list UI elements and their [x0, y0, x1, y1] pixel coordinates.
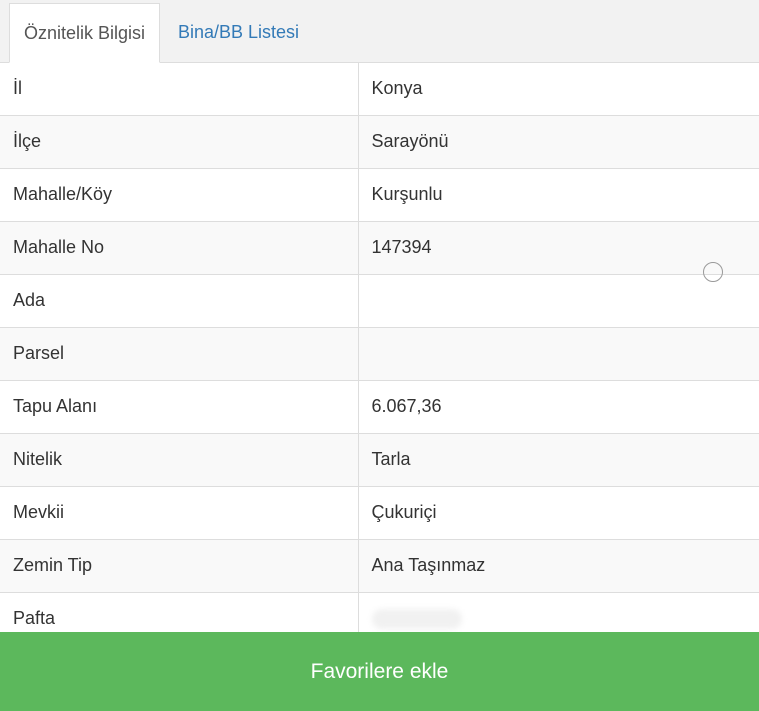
- table-row: Mevkii Çukuriçi: [0, 486, 759, 540]
- row-value-zemin-tip: Ana Taşınmaz: [358, 539, 759, 593]
- table-row: Ada: [0, 274, 759, 328]
- row-key-ada: Ada: [0, 274, 359, 328]
- row-value-mahalle-koy: Kurşunlu: [358, 168, 759, 222]
- blurred-value-placeholder: [371, 609, 462, 630]
- tab-bina-bb-listesi[interactable]: Bina/BB Listesi: [166, 3, 311, 63]
- tab-oznitelik-bilgisi[interactable]: Öznitelik Bilgisi: [9, 3, 160, 63]
- row-value-mevkii: Çukuriçi: [358, 486, 759, 540]
- row-value-il: Konya: [358, 63, 759, 116]
- row-value-ada: [358, 274, 759, 328]
- row-value-ilce: Sarayönü: [358, 115, 759, 169]
- radio-circle-icon[interactable]: [703, 262, 723, 282]
- row-value-nitelik: Tarla: [358, 433, 759, 487]
- row-key-parsel: Parsel: [0, 327, 359, 381]
- table-row: Parsel: [0, 327, 759, 381]
- row-key-tapu-alani: Tapu Alanı: [0, 380, 359, 434]
- row-key-mahalle-koy: Mahalle/Köy: [0, 168, 359, 222]
- row-key-il: İl: [0, 63, 359, 116]
- table-row: Tapu Alanı 6.067,36: [0, 380, 759, 434]
- attribute-table: İl Konya İlçe Sarayönü Mahalle/Köy Kurşu…: [0, 63, 759, 646]
- table-row: Mahalle No 147394: [0, 221, 759, 275]
- table-row: Mahalle/Köy Kurşunlu: [0, 168, 759, 222]
- row-value-tapu-alani: 6.067,36: [358, 380, 759, 434]
- row-value-parsel: [358, 327, 759, 381]
- row-value-mahalle-no: 147394: [358, 221, 759, 275]
- row-key-ilce: İlçe: [0, 115, 359, 169]
- table-row: Nitelik Tarla: [0, 433, 759, 487]
- table-row: İl Konya: [0, 63, 759, 116]
- row-key-zemin-tip: Zemin Tip: [0, 539, 359, 593]
- table-row: İlçe Sarayönü: [0, 115, 759, 169]
- row-key-mevkii: Mevkii: [0, 486, 359, 540]
- add-to-favorites-button[interactable]: Favorilere ekle: [0, 632, 759, 711]
- table-row: Zemin Tip Ana Taşınmaz: [0, 539, 759, 593]
- row-key-nitelik: Nitelik: [0, 433, 359, 487]
- tab-bar: Öznitelik Bilgisi Bina/BB Listesi: [0, 0, 759, 63]
- row-key-mahalle-no: Mahalle No: [0, 221, 359, 275]
